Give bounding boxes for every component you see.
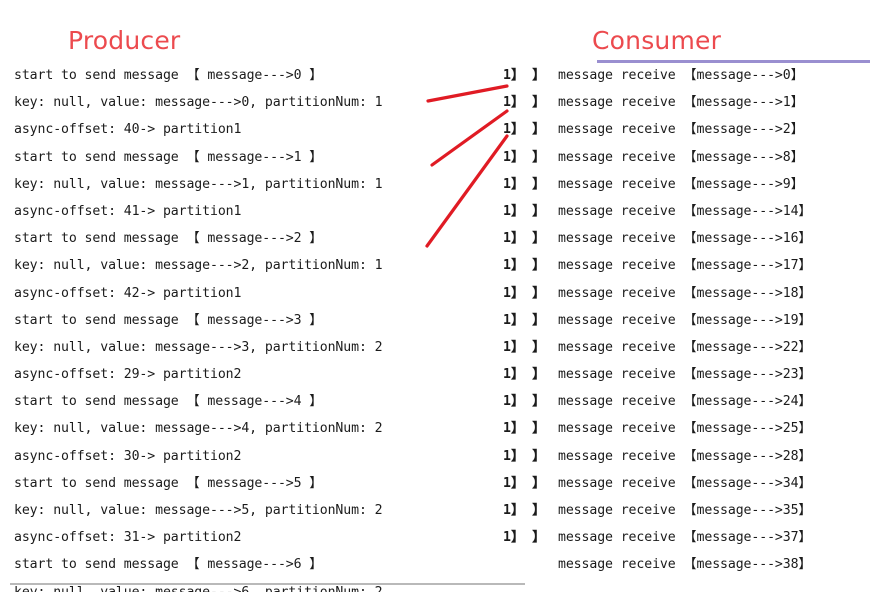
consumer-panel-title: Consumer bbox=[592, 26, 722, 55]
gutter-log-line: 1】 】 bbox=[503, 475, 546, 491]
producer-panel-title: Producer bbox=[68, 26, 181, 55]
consumer-log-line: message receive 【message--->24】 bbox=[558, 394, 812, 410]
gutter-log-line: 1】 】 bbox=[503, 95, 546, 111]
producer-log-line: key: null, value: message--->4, partitio… bbox=[14, 421, 383, 437]
producer-log-line: async-offset: 31-> partition2 bbox=[14, 530, 242, 546]
consumer-log-line: message receive 【message--->38】 bbox=[558, 557, 812, 573]
producer-log-line: async-offset: 30-> partition2 bbox=[14, 448, 242, 464]
producer-log-line: key: null, value: message--->0, partitio… bbox=[14, 95, 383, 111]
consumer-log-line: message receive 【message--->22】 bbox=[558, 339, 812, 355]
producer-log-line: start to send message 【 message--->6 】 bbox=[14, 557, 323, 573]
producer-log-line: key: null, value: message--->6, partitio… bbox=[14, 579, 383, 592]
producer-log-line: key: null, value: message--->2, partitio… bbox=[14, 258, 383, 274]
consumer-log-line: message receive 【message--->0】 bbox=[558, 68, 804, 83]
connector-arrow bbox=[426, 84, 509, 103]
gutter-log-line: 1】 】 bbox=[503, 312, 546, 328]
connector-arrow bbox=[425, 134, 509, 248]
consumer-log-line: message receive 【message--->14】 bbox=[558, 203, 812, 219]
consumer-log-line: message receive 【message--->2】 bbox=[558, 122, 804, 138]
consumer-log-line: message receive 【message--->37】 bbox=[558, 530, 812, 546]
producer-log-line: async-offset: 41-> partition1 bbox=[14, 203, 242, 219]
connector-arrow bbox=[430, 109, 509, 167]
producer-log-line: start to send message 【 message--->1 】 bbox=[14, 149, 323, 165]
consumer-log-line: message receive 【message--->1】 bbox=[558, 95, 804, 111]
producer-log-line: key: null, value: message--->1, partitio… bbox=[14, 176, 383, 192]
producer-log-line: key: null, value: message--->5, partitio… bbox=[14, 503, 383, 518]
gutter-log-line: 1】 】 bbox=[503, 448, 546, 464]
gutter-log-line: 1】 】 bbox=[503, 149, 546, 165]
producer-log-line: async-offset: 29-> partition2 bbox=[14, 367, 242, 383]
producer-log-line: start to send message 【 message--->5 】 bbox=[14, 475, 323, 491]
gutter-log-line: 1】 】 bbox=[503, 394, 546, 410]
gutter-log-line: 1】 】 bbox=[503, 68, 546, 83]
producer-log-line: key: null, value: message--->3, partitio… bbox=[14, 339, 383, 355]
producer-log-line: start to send message 【 message--->4 】 bbox=[14, 394, 323, 410]
consumer-log-line: message receive 【message--->17】 bbox=[558, 258, 812, 274]
gutter-log-line: 1】 】 bbox=[503, 421, 546, 437]
producer-log-line: async-offset: 40-> partition1 bbox=[14, 122, 242, 138]
producer-log-line: async-offset: 42-> partition1 bbox=[14, 285, 242, 301]
slide-canvas: Producer start to send message 【 message… bbox=[0, 0, 870, 592]
gutter-log-line: 1】 】 bbox=[503, 176, 546, 192]
producer-log-line: start to send message 【 message--->2 】 bbox=[14, 231, 323, 247]
producer-consumer-gutter-column: 1】 】 1】 】 1】 】 1】 】 1】 】 1】 】 1】 】 1】 】 1】 】 1】 】… bbox=[503, 62, 545, 551]
consumer-log-line: message receive 【message--->25】 bbox=[558, 421, 812, 437]
gutter-log-line: 1】 】 bbox=[503, 231, 546, 247]
producer-log-line: start to send message 【 message--->3 】 bbox=[14, 312, 323, 328]
producer-log-line: start to send message 【 message--->0 】 bbox=[14, 68, 323, 83]
gutter-log-line: 1】 】 bbox=[503, 258, 546, 274]
consumer-log-line: message receive 【message--->16】 bbox=[558, 231, 812, 247]
gutter-log-line: 1】 】 bbox=[503, 122, 546, 138]
producer-panel-divider bbox=[10, 583, 525, 585]
gutter-log-line: 1】 】 bbox=[503, 203, 546, 219]
consumer-log-output: message receive 【message--->0】 message re… bbox=[558, 62, 812, 579]
gutter-log-line: 1】 】 bbox=[503, 367, 546, 383]
gutter-log-line: 1】 】 bbox=[503, 285, 546, 301]
consumer-log-line: message receive 【message--->35】 bbox=[558, 503, 812, 518]
gutter-log-line: 1】 】 bbox=[503, 339, 546, 355]
producer-log-output: start to send message 【 message--->0 】 ke… bbox=[14, 62, 383, 592]
consumer-log-line: message receive 【message--->23】 bbox=[558, 367, 812, 383]
consumer-log-line: message receive 【message--->9】 bbox=[558, 176, 804, 192]
consumer-log-line: message receive 【message--->19】 bbox=[558, 312, 812, 328]
consumer-log-line: message receive 【message--->28】 bbox=[558, 448, 812, 464]
gutter-log-line: 1】 】 bbox=[503, 503, 546, 518]
gutter-log-line: 1】 】 bbox=[503, 530, 546, 546]
consumer-log-line: message receive 【message--->8】 bbox=[558, 149, 804, 165]
consumer-log-line: message receive 【message--->18】 bbox=[558, 285, 812, 301]
consumer-log-line: message receive 【message--->34】 bbox=[558, 475, 812, 491]
